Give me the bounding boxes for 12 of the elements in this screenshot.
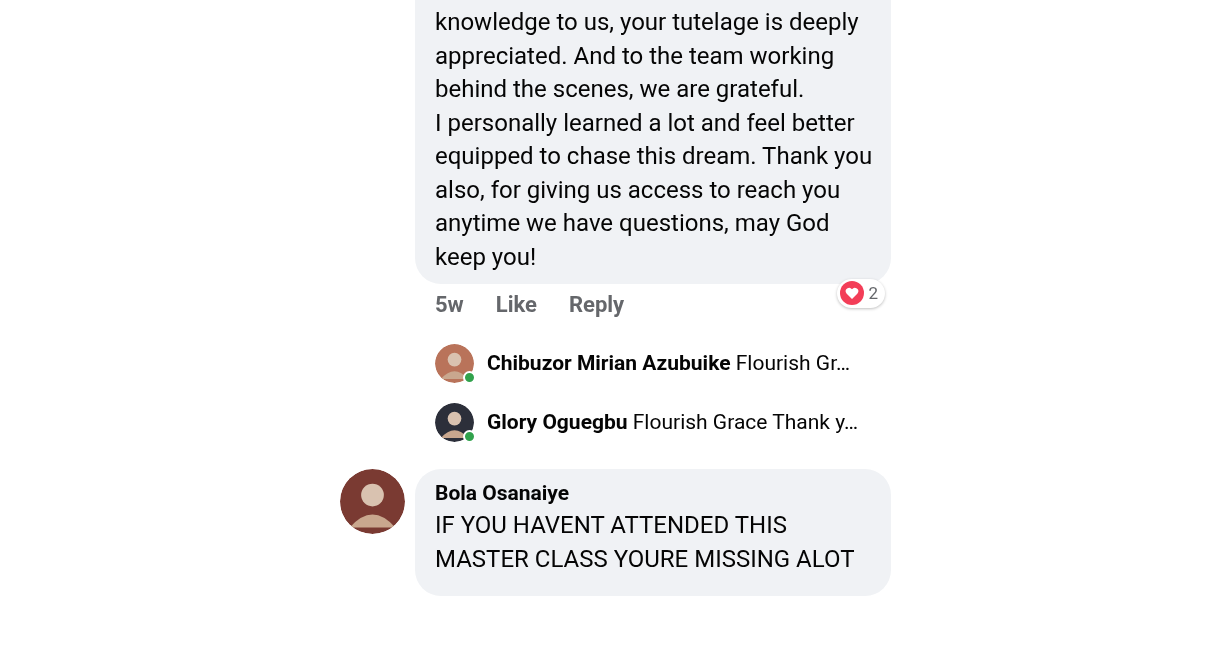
comment-action-link[interactable]: Reply — [568, 287, 625, 321]
reply-preview[interactable]: Chibuzor Mirian Azubuike Flourish Gr… — [487, 347, 851, 380]
avatar-icon[interactable] — [435, 403, 474, 442]
reply-preview[interactable]: Glory Oguegbu Flourish Grace Thank y… — [487, 406, 859, 439]
comment-time: 5w — [435, 290, 464, 319]
avatar-icon[interactable] — [340, 469, 405, 534]
comment-text: IF YOU HAVENT ATTENDED THIS MASTER CLASS YOURE MISSING ALOT — [435, 510, 856, 575]
comment-text: knowledge to us, your tutelage is deeply appreciated. And to the team working behind the scenes, we are grateful. I personally learned a lot and feel better equipped to chase this dream. Thank you also, for giving us access to reach you anytime we have questions, may God keep you! — [435, 7, 874, 273]
reaction-badge[interactable]: 2 — [837, 278, 885, 308]
comment-action-link[interactable]: Like — [495, 287, 537, 321]
reaction-count: 2 — [868, 281, 878, 305]
comment-author[interactable]: Bola Osanaiye — [435, 479, 875, 507]
